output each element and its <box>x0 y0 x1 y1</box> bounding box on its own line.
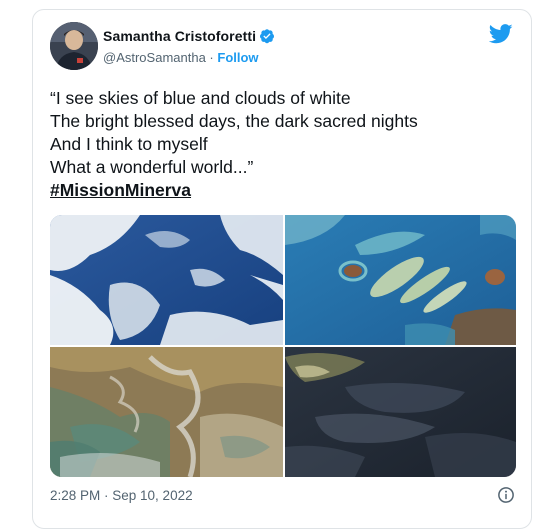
photo-desert-terrain[interactable] <box>50 347 283 477</box>
photo-clouds-ocean[interactable] <box>50 215 283 345</box>
author-name-row: Samantha Cristoforetti <box>103 28 275 44</box>
tweet-line: What a wonderful world...” <box>50 157 254 177</box>
photo-turquoise-islands[interactable] <box>285 215 516 345</box>
display-name[interactable]: Samantha Cristoforetti <box>103 28 256 44</box>
tweet-text: “I see skies of blue and clouds of white… <box>50 87 520 202</box>
tweet-line: And I think to myself <box>50 134 208 154</box>
verified-badge-icon <box>260 29 275 44</box>
hashtag-link[interactable]: #MissionMinerva <box>50 180 191 200</box>
author-handle[interactable]: @AstroSamantha <box>103 50 206 65</box>
avatar[interactable] <box>50 22 98 70</box>
astronaut-avatar-icon <box>50 22 98 70</box>
tweet-line: The bright blessed days, the dark sacred… <box>50 111 418 131</box>
handle-row: @AstroSamantha · Follow <box>103 50 259 65</box>
info-icon[interactable] <box>497 486 515 504</box>
twitter-bird-icon[interactable] <box>489 24 513 44</box>
handle-separator: · <box>205 50 218 65</box>
follow-button[interactable]: Follow <box>217 50 258 65</box>
tweet-timestamp[interactable]: 2:28 PM · Sep 10, 2022 <box>50 488 193 503</box>
photo-dark-ocean[interactable] <box>285 347 516 477</box>
photo-grid <box>50 215 516 477</box>
tweet-line: “I see skies of blue and clouds of white <box>50 88 351 108</box>
tweet-card: Samantha Cristoforetti @AstroSamantha · … <box>32 9 532 529</box>
